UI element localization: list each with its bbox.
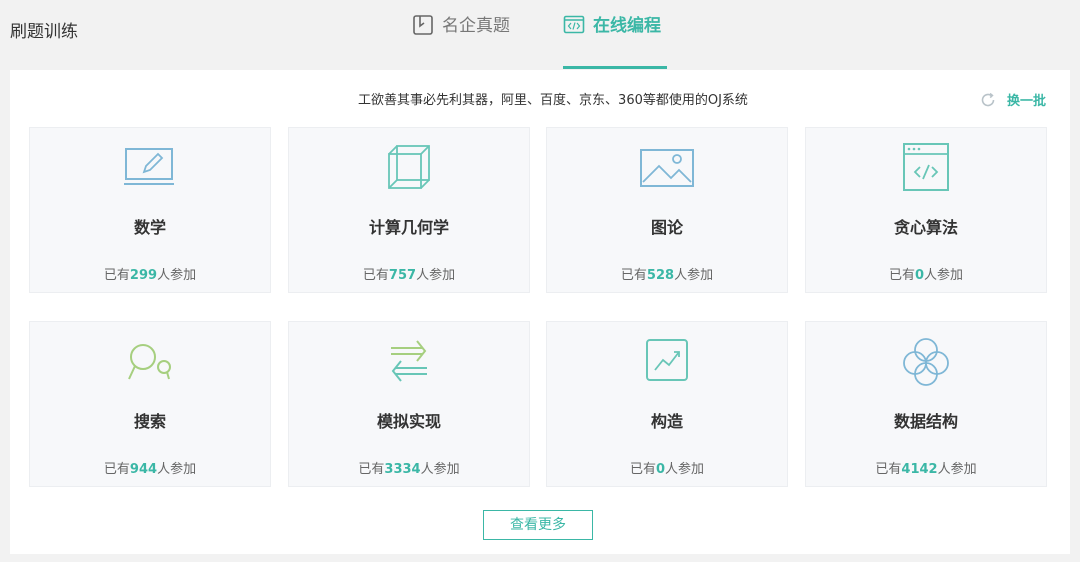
participant-count: 已有528人参加 xyxy=(620,268,714,283)
participant-count: 已有3334人参加 xyxy=(358,462,460,477)
participant-count: 已有299人参加 xyxy=(103,268,197,283)
page-title: 刷题训练 xyxy=(10,22,78,42)
category-name: 搜索 xyxy=(133,412,166,431)
category-name: 数学 xyxy=(133,218,166,237)
swap-arrows-icon xyxy=(379,336,439,388)
category-name: 数据结构 xyxy=(893,412,958,431)
pencil-board-icon xyxy=(120,142,180,194)
slogan-text: 工欲善其事必先利其器，阿里、百度、京东、360等都使用的OJ系统 xyxy=(358,93,748,108)
tab-label: 名企真题 xyxy=(442,16,510,36)
participant-count: 已有4142人参加 xyxy=(875,462,977,477)
category-card-greedy-algorithm[interactable]: 贪心算法 已有0人参加 xyxy=(805,127,1047,293)
tab-company-exams[interactable]: 名企真题 xyxy=(412,14,510,68)
code-browser-icon xyxy=(896,142,956,194)
refresh-icon xyxy=(981,92,995,106)
category-card-data-structures[interactable]: 数据结构 已有4142人参加 xyxy=(805,321,1047,487)
refresh-batch-button[interactable]: 换一批 xyxy=(979,90,1046,109)
overlapping-circles-icon xyxy=(896,336,956,388)
trend-chart-icon xyxy=(637,336,697,388)
participant-count: 已有944人参加 xyxy=(103,462,197,477)
category-card-simulation[interactable]: 模拟实现 已有3334人参加 xyxy=(288,321,530,487)
category-card-computational-geometry[interactable]: 计算几何学 已有757人参加 xyxy=(288,127,530,293)
search-bubbles-icon xyxy=(120,336,180,388)
tab-label: 在线编程 xyxy=(593,16,661,36)
refresh-label: 换一批 xyxy=(1006,94,1046,109)
category-card-math[interactable]: 数学 已有299人参加 xyxy=(29,127,271,293)
category-name: 贪心算法 xyxy=(893,218,958,237)
category-name: 计算几何学 xyxy=(368,218,449,237)
notebook-icon xyxy=(412,14,434,36)
category-card-graph-theory[interactable]: 图论 已有528人参加 xyxy=(546,127,788,293)
view-more-button[interactable]: 查看更多 xyxy=(483,510,593,540)
active-tab-indicator xyxy=(563,66,667,69)
cube-icon xyxy=(379,142,439,194)
landscape-image-icon xyxy=(637,142,697,194)
category-name: 模拟实现 xyxy=(376,412,441,431)
category-card-search[interactable]: 搜索 已有944人参加 xyxy=(29,321,271,487)
code-window-icon xyxy=(563,14,585,36)
category-card-construction[interactable]: 构造 已有0人参加 xyxy=(546,321,788,487)
category-name: 构造 xyxy=(650,412,683,431)
participant-count: 已有0人参加 xyxy=(629,462,705,477)
category-name: 图论 xyxy=(650,218,683,237)
tab-online-coding[interactable]: 在线编程 xyxy=(563,14,661,68)
online-coding-panel: 工欲善其事必先利其器，阿里、百度、京东、360等都使用的OJ系统 换一批 数学 … xyxy=(10,70,1070,554)
participant-count: 已有0人参加 xyxy=(888,268,964,283)
participant-count: 已有757人参加 xyxy=(362,268,456,283)
